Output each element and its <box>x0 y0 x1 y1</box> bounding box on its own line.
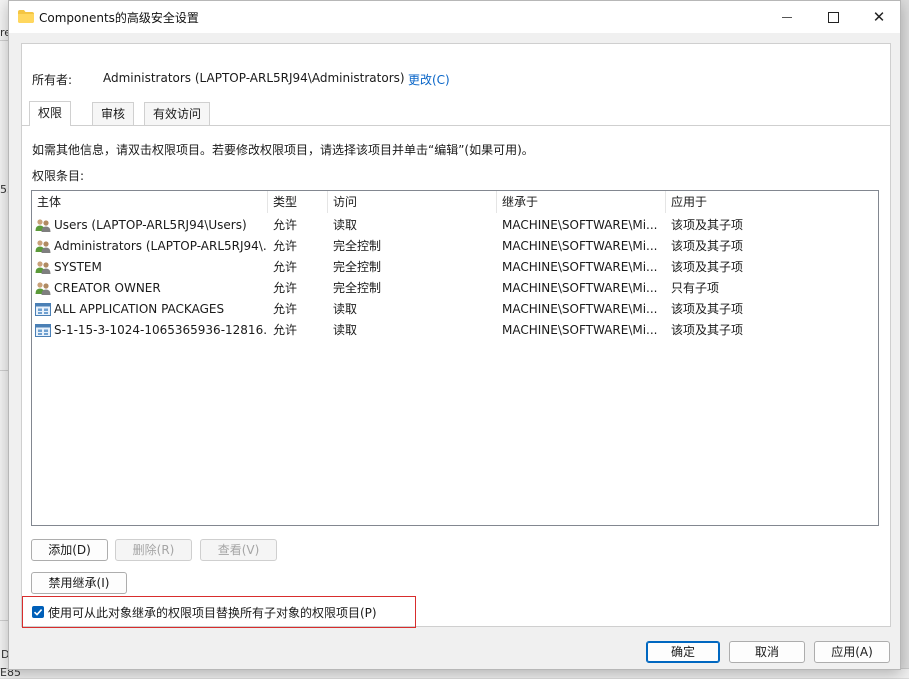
column-header-access[interactable]: 访问 <box>328 191 497 213</box>
title-bar[interactable]: Components的高级安全设置 ✕ <box>9 1 900 33</box>
apply-button[interactable]: 应用(A) <box>814 641 890 663</box>
column-header-applies-to[interactable]: 应用于 <box>666 191 878 213</box>
advanced-security-settings-dialog: Components的高级安全设置 ✕ 所有者: Administrators … <box>8 0 901 670</box>
access-cell: 完全控制 <box>333 239 382 253</box>
principal-cell: Users (LAPTOP-ARL5RJ94\Users) <box>54 218 247 232</box>
applies-to-cell: 该项及其子项 <box>671 218 744 232</box>
tab-auditing[interactable]: 审核 <box>92 102 135 125</box>
principal-cell: Administrators (LAPTOP-ARL5RJ94\... <box>54 239 266 253</box>
info-text: 如需其他信息，请双击权限项目。若要修改权限项目，请选择该项目并单击“编辑”(如果… <box>32 143 534 157</box>
inherited-from-cell: MACHINE\SOFTWARE\Mi... <box>502 302 658 316</box>
tab-divider <box>22 125 890 126</box>
tab-permissions[interactable]: 权限 <box>29 101 72 126</box>
owner-value: Administrators (LAPTOP-ARL5RJ94\Administ… <box>103 71 405 85</box>
permission-entries-list[interactable]: 主体 类型 访问 继承于 应用于 Users (LAPTOP-ARL5RJ94\… <box>31 190 879 526</box>
user-group-icon <box>35 219 51 232</box>
add-button[interactable]: 添加(D) <box>31 539 108 561</box>
remove-button[interactable]: 删除(R) <box>115 539 192 561</box>
principal-cell: S-1-15-3-1024-1065365936-12816... <box>54 323 266 337</box>
ok-button[interactable]: 确定 <box>646 641 720 663</box>
applies-to-cell: 该项及其子项 <box>671 260 744 274</box>
view-button[interactable]: 查看(V) <box>200 539 277 561</box>
access-cell: 完全控制 <box>333 281 382 295</box>
permission-entries-label: 权限条目: <box>32 169 85 183</box>
maximize-button[interactable] <box>810 1 856 33</box>
table-row[interactable]: ALL APPLICATION PACKAGES 允许 读取 MACHINE\S… <box>32 299 878 320</box>
replace-child-permissions-checkbox[interactable] <box>32 606 44 618</box>
replace-child-permissions-label: 使用可从此对象继承的权限项目替换所有子对象的权限项目(P) <box>48 606 377 620</box>
table-row[interactable]: SYSTEM 允许 完全控制 MACHINE\SOFTWARE\Mi... 该项… <box>32 257 878 278</box>
column-header-type[interactable]: 类型 <box>268 191 328 213</box>
owner-label: 所有者: <box>32 73 73 87</box>
table-row[interactable]: Administrators (LAPTOP-ARL5RJ94\... 允许 完… <box>32 236 878 257</box>
table-row[interactable]: CREATOR OWNER 允许 完全控制 MACHINE\SOFTWARE\M… <box>32 278 878 299</box>
minimize-icon <box>782 16 792 18</box>
access-cell: 读取 <box>333 218 358 232</box>
table-row[interactable]: Users (LAPTOP-ARL5RJ94\Users) 允许 读取 MACH… <box>32 215 878 236</box>
folder-icon <box>18 10 34 23</box>
applies-to-cell: 该项及其子项 <box>671 323 744 337</box>
checkmark-icon <box>33 609 43 616</box>
user-group-icon <box>35 261 51 274</box>
type-cell: 允许 <box>273 302 298 316</box>
type-cell: 允许 <box>273 239 298 253</box>
user-group-icon <box>35 282 51 295</box>
principal-cell: SYSTEM <box>54 260 102 274</box>
tab-effective-access[interactable]: 有效访问 <box>144 102 211 125</box>
type-cell: 允许 <box>273 218 298 232</box>
inherited-from-cell: MACHINE\SOFTWARE\Mi... <box>502 260 658 274</box>
list-header: 主体 类型 访问 继承于 应用于 <box>32 191 878 213</box>
type-cell: 允许 <box>273 323 298 337</box>
applies-to-cell: 该项及其子项 <box>671 239 744 253</box>
window-title: Components的高级安全设置 <box>39 11 199 25</box>
type-cell: 允许 <box>273 260 298 274</box>
access-cell: 完全控制 <box>333 260 382 274</box>
maximize-icon <box>827 11 839 23</box>
inherited-from-cell: MACHINE\SOFTWARE\Mi... <box>502 239 658 253</box>
user-group-icon <box>35 240 51 253</box>
disable-inheritance-button[interactable]: 禁用继承(I) <box>31 572 127 594</box>
inherited-from-cell: MACHINE\SOFTWARE\Mi... <box>502 218 658 232</box>
column-header-principal[interactable]: 主体 <box>32 191 268 213</box>
app-package-icon <box>35 324 51 337</box>
close-button[interactable]: ✕ <box>856 1 902 33</box>
minimize-button[interactable] <box>764 1 810 33</box>
access-cell: 读取 <box>333 302 358 316</box>
inherited-from-cell: MACHINE\SOFTWARE\Mi... <box>502 281 658 295</box>
content-panel: 所有者: Administrators (LAPTOP-ARL5RJ94\Adm… <box>21 43 891 628</box>
type-cell: 允许 <box>273 281 298 295</box>
app-package-icon <box>35 303 51 316</box>
change-owner-link[interactable]: 更改(C) <box>408 71 450 88</box>
column-header-inherited-from[interactable]: 继承于 <box>497 191 666 213</box>
principal-cell: ALL APPLICATION PACKAGES <box>54 302 225 316</box>
replace-child-permissions-option[interactable]: 使用可从此对象继承的权限项目替换所有子对象的权限项目(P) <box>22 596 416 628</box>
access-cell: 读取 <box>333 323 358 337</box>
close-icon: ✕ <box>872 7 886 26</box>
table-row[interactable]: S-1-15-3-1024-1065365936-12816... 允许 读取 … <box>32 320 878 341</box>
applies-to-cell: 该项及其子项 <box>671 302 744 316</box>
principal-cell: CREATOR OWNER <box>54 281 161 295</box>
inherited-from-cell: MACHINE\SOFTWARE\Mi... <box>502 323 658 337</box>
applies-to-cell: 只有子项 <box>671 281 720 295</box>
cancel-button[interactable]: 取消 <box>729 641 805 663</box>
